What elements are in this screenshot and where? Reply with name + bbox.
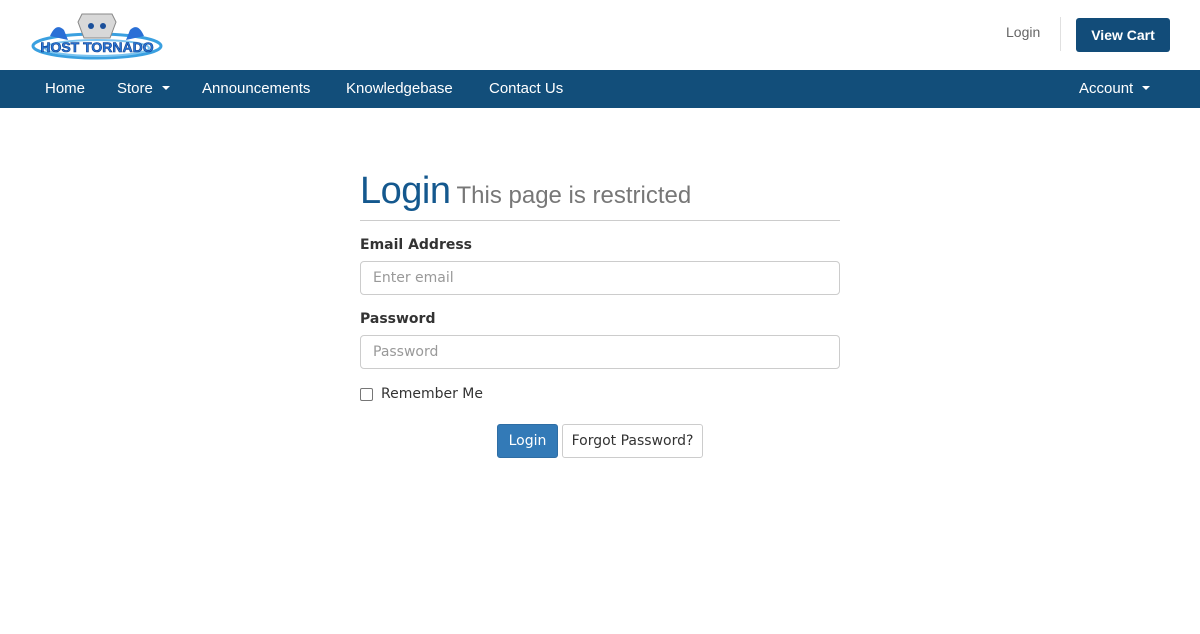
top-login-link[interactable]: Login: [1006, 24, 1040, 40]
caret-down-icon: [161, 86, 170, 91]
svg-text:HOST TORNADO: HOST TORNADO: [40, 39, 153, 55]
nav-contact-us[interactable]: Contact Us: [489, 70, 563, 108]
nav-account[interactable]: Account: [1079, 70, 1151, 108]
email-label: Email Address: [360, 237, 473, 253]
forgot-password-button[interactable]: Forgot Password?: [562, 424, 703, 458]
password-input[interactable]: [360, 335, 840, 369]
login-panel: Login This page is restricted Email Addre…: [360, 170, 840, 458]
nav-knowledgebase-label: Knowledgebase: [346, 80, 453, 97]
nav-store-label: Store: [117, 80, 153, 97]
top-header: HOST TORNADO Login View Cart: [0, 0, 1200, 70]
nav-store[interactable]: Store: [117, 70, 170, 108]
nav-contact-label: Contact Us: [489, 80, 564, 97]
view-cart-button[interactable]: View Cart: [1076, 18, 1170, 52]
logo[interactable]: HOST TORNADO: [30, 8, 164, 64]
page-header: Login This page is restricted: [360, 170, 840, 221]
email-input[interactable]: [360, 261, 840, 295]
caret-down-icon: [1142, 86, 1151, 91]
nav-announcements[interactable]: Announcements: [202, 70, 310, 108]
password-label: Password: [360, 311, 436, 327]
page-subtitle: This page is restricted: [456, 182, 692, 209]
divider: [1060, 17, 1061, 51]
nav-account-label: Account: [1079, 80, 1134, 97]
remember-me[interactable]: Remember Me: [360, 386, 483, 402]
remember-me-label: Remember Me: [381, 386, 483, 402]
nav-knowledgebase[interactable]: Knowledgebase: [346, 70, 453, 108]
remember-me-checkbox[interactable]: [360, 387, 373, 401]
nav-home-label: Home: [45, 80, 86, 97]
page-title: Login: [360, 170, 451, 212]
main-navbar: Home Store Announcements Knowledgebase C…: [0, 70, 1200, 108]
nav-announcements-label: Announcements: [202, 80, 311, 97]
nav-home[interactable]: Home: [45, 70, 85, 108]
login-button[interactable]: Login: [497, 424, 558, 458]
